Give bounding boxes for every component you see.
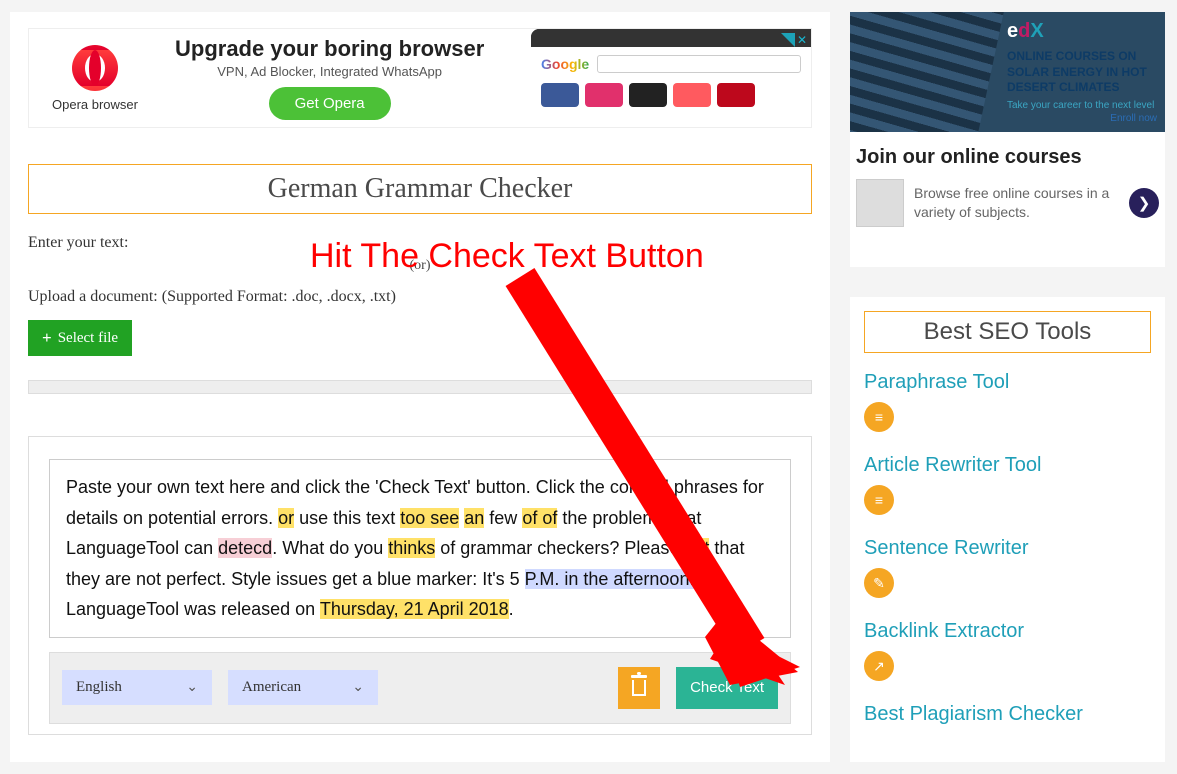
seo-tools-panel: Best SEO Tools Paraphrase Tool≡Article R… — [850, 297, 1165, 762]
edx-description: Browse free online courses in a variety … — [914, 184, 1119, 222]
mock-app-tile — [717, 83, 755, 107]
mock-app-tile — [585, 83, 623, 107]
edx-course-title: ONLINE COURSES ON SOLAR ENERGY IN HOT DE… — [1007, 49, 1157, 96]
opera-ad-copy: Upgrade your boring browser VPN, Ad Bloc… — [175, 36, 484, 120]
mock-app-tile — [541, 83, 579, 107]
highlighted-text[interactable]: detecd — [218, 538, 272, 558]
seo-tool-item: Best Plagiarism Checker — [864, 703, 1151, 726]
seo-tool-item: Backlink Extractor ↗ — [864, 620, 1151, 681]
editor-text: few — [484, 508, 522, 528]
seo-tool-link[interactable]: Paraphrase Tool — [864, 371, 1151, 394]
opera-brand-label: Opera browser — [35, 97, 155, 112]
tool-icon: ≡ — [864, 485, 894, 515]
editor-text: . — [509, 599, 514, 619]
seo-tool-item: Sentence Rewriter ✎ — [864, 537, 1151, 598]
ad-close-icon[interactable]: ✕ — [797, 33, 807, 47]
highlighted-text[interactable]: of of — [522, 508, 557, 528]
editor-text: use this text — [294, 508, 400, 528]
or-label: (or) — [28, 258, 812, 274]
clear-button[interactable] — [618, 667, 660, 709]
editor-toolbar: English ⌄ American ⌄ Check Text — [49, 652, 791, 724]
edx-enroll-link[interactable]: Enroll now — [1007, 113, 1157, 124]
ad-badge: ✕ — [781, 33, 807, 47]
tool-icon: ✎ — [864, 568, 894, 598]
page-title: German Grammar Checker — [28, 164, 812, 214]
variant-value: American — [242, 679, 301, 696]
opera-cta-button[interactable]: Get Opera — [269, 87, 391, 120]
seo-tool-link[interactable]: Backlink Extractor — [864, 620, 1151, 643]
seo-tool-item: Article Rewriter Tool ≡ — [864, 454, 1151, 515]
language-select[interactable]: English ⌄ — [62, 670, 212, 705]
opera-logo-icon — [72, 45, 118, 91]
editor-text: . What do you — [272, 538, 388, 558]
seo-tool-item: Paraphrase Tool ≡ — [864, 371, 1151, 432]
opera-subhead: VPN, Ad Blocker, Integrated WhatsApp — [175, 64, 484, 79]
mock-app-tiles — [541, 83, 801, 107]
main-panel: Opera browser Upgrade your boring browse… — [10, 12, 830, 762]
highlighted-text[interactable]: Thursday, 21 April 2018 — [320, 599, 509, 619]
edx-ad[interactable]: ✕ edX ONLINE COURSES ON SOLAR ENERGY IN … — [850, 12, 1165, 267]
editor-text: LanguageTool was released on — [66, 599, 320, 619]
tool-icon: ≡ — [864, 402, 894, 432]
adchoices-icon[interactable] — [781, 33, 795, 47]
highlighted-text[interactable]: an — [464, 508, 484, 528]
highlighted-text[interactable]: not — [684, 538, 709, 558]
edx-logo: edX — [1007, 20, 1044, 42]
editor-text: of grammar checkers? Please — [435, 538, 684, 558]
sidebar: ✕ edX ONLINE COURSES ON SOLAR ENERGY IN … — [850, 12, 1165, 762]
google-logo: Google — [541, 56, 589, 72]
mock-search-bar — [597, 55, 801, 73]
select-file-button[interactable]: + Select file — [28, 320, 132, 356]
check-text-button[interactable]: Check Text — [676, 667, 778, 709]
divider-strip — [28, 380, 812, 394]
upload-label: Upload a document: (Supported Format: .d… — [28, 288, 812, 306]
edx-heading: Join our online courses — [850, 146, 1165, 179]
seo-tool-link[interactable]: Article Rewriter Tool — [864, 454, 1151, 477]
tool-icon: ↗ — [864, 651, 894, 681]
edx-tagline: Take your career to the next level — [1007, 100, 1157, 111]
opera-screenshot: Google — [531, 29, 811, 127]
trash-icon — [632, 680, 646, 696]
highlighted-text[interactable]: P.M. in the afternoon. — [525, 569, 695, 589]
text-editor[interactable]: Paste your own text here and click the '… — [49, 459, 791, 638]
plus-icon: + — [42, 328, 52, 348]
edx-thumb-image — [856, 179, 904, 227]
seo-tool-link[interactable]: Sentence Rewriter — [864, 537, 1151, 560]
highlighted-text[interactable]: too see — [400, 508, 459, 528]
variant-select[interactable]: American ⌄ — [228, 670, 378, 705]
seo-tools-heading: Best SEO Tools — [864, 311, 1151, 353]
editor-container: Paste your own text here and click the '… — [28, 436, 812, 735]
chevron-down-icon: ⌄ — [352, 679, 364, 696]
highlighted-text[interactable]: or — [278, 508, 294, 528]
mock-app-tile — [673, 83, 711, 107]
opera-ad[interactable]: Opera browser Upgrade your boring browse… — [28, 28, 812, 128]
edx-go-button[interactable]: ❯ — [1129, 188, 1159, 218]
language-value: English — [76, 679, 122, 696]
opera-brand-block: Opera browser — [35, 45, 155, 112]
select-file-label: Select file — [58, 330, 118, 347]
opera-headline: Upgrade your boring browser — [175, 36, 484, 62]
highlighted-text[interactable]: thinks — [388, 538, 435, 558]
mock-app-tile — [629, 83, 667, 107]
solar-panel-image — [850, 12, 1006, 132]
enter-text-label: Enter your text: — [28, 234, 812, 252]
seo-tool-link[interactable]: Best Plagiarism Checker — [864, 703, 1151, 726]
chevron-down-icon: ⌄ — [186, 679, 198, 696]
